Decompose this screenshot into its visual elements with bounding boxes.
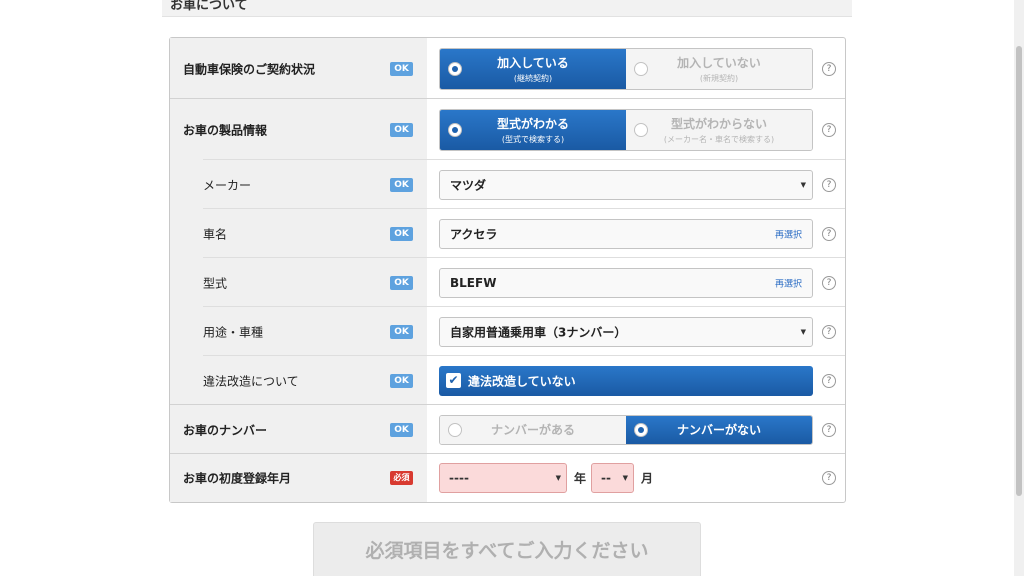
- ok-badge: OK: [390, 422, 413, 437]
- vehicle-form: 自動車保険のご契約状況 OK 加入している (継続契約) 加入していない (新規…: [169, 37, 846, 503]
- ok-badge: OK: [390, 226, 413, 241]
- radio-icon: [448, 422, 462, 437]
- reselect-link[interactable]: 再選択: [775, 276, 802, 289]
- no-modification-checkbox[interactable]: ✔ 違法改造していない: [439, 365, 813, 396]
- row-product-info: お車の製品情報 OK 型式がわかる (型式で検索する) 型式がわからない (メー…: [170, 99, 845, 160]
- radio-icon: [448, 122, 462, 137]
- car-name-field[interactable]: アクセラ 再選択: [439, 218, 813, 249]
- help-icon[interactable]: ?: [822, 226, 836, 241]
- ok-badge: OK: [390, 324, 413, 339]
- car-name-label: 車名: [203, 227, 228, 241]
- help-icon[interactable]: ?: [822, 471, 836, 485]
- dropdown-arrow-icon: ▼: [555, 474, 561, 482]
- help-icon[interactable]: ?: [822, 373, 836, 388]
- scrollbar-thumb[interactable]: [1016, 46, 1022, 496]
- registration-month-select[interactable]: -- ▼: [591, 463, 634, 493]
- row-modification: 違法改造について OK ✔ 違法改造していない ?: [170, 356, 845, 405]
- model-label: 型式: [203, 276, 228, 290]
- dropdown-arrow-icon: ▼: [800, 327, 806, 336]
- help-icon[interactable]: ?: [822, 122, 836, 137]
- insurance-toggle: 加入している (継続契約) 加入していない (新規契約): [439, 47, 813, 90]
- month-unit: 月: [641, 471, 654, 486]
- row-registration: お車の初度登録年月 必須 ---- ▼ 年 -- ▼ 月 ?: [170, 454, 845, 502]
- product-info-label: お車の製品情報: [183, 123, 268, 137]
- row-maker: メーカー OK マツダ ▼ ?: [170, 160, 845, 209]
- usage-label: 用途・車種: [203, 325, 264, 339]
- model-field[interactable]: BLEFW 再選択: [439, 267, 813, 298]
- help-icon[interactable]: ?: [822, 422, 836, 437]
- maker-select[interactable]: マツダ ▼: [439, 169, 813, 200]
- row-plate: お車のナンバー OK ナンバーがある ナンバーがない ?: [170, 405, 845, 454]
- ok-badge: OK: [390, 275, 413, 290]
- insurance-label: 自動車保険のご契約状況: [183, 62, 316, 76]
- radio-icon: [634, 422, 648, 437]
- reselect-link[interactable]: 再選択: [775, 227, 802, 240]
- year-unit: 年: [574, 471, 587, 486]
- section-header: お車について: [162, 0, 852, 17]
- radio-icon: [634, 122, 648, 137]
- submit-button[interactable]: 必須項目をすべてご入力ください: [313, 522, 701, 576]
- option-has-plate[interactable]: ナンバーがある: [440, 415, 626, 444]
- product-info-toggle: 型式がわかる (型式で検索する) 型式がわからない (メーカー名・車名で検索する…: [439, 108, 813, 151]
- ok-badge: OK: [390, 177, 413, 192]
- registration-label: お車の初度登録年月: [183, 471, 292, 486]
- plate-toggle: ナンバーがある ナンバーがない: [439, 414, 813, 445]
- plate-label: お車のナンバー: [183, 423, 268, 437]
- help-icon[interactable]: ?: [822, 177, 836, 192]
- option-no-plate[interactable]: ナンバーがない: [626, 415, 812, 444]
- help-icon[interactable]: ?: [822, 61, 836, 76]
- row-usage: 用途・車種 OK 自家用普通乗用車（3ナンバー） ▼ ?: [170, 307, 845, 356]
- checkmark-icon: ✔: [446, 372, 461, 388]
- help-icon[interactable]: ?: [822, 275, 836, 290]
- dropdown-arrow-icon: ▼: [800, 180, 806, 189]
- help-icon[interactable]: ?: [822, 324, 836, 339]
- row-insurance: 自動車保険のご契約状況 OK 加入している (継続契約) 加入していない (新規…: [170, 38, 845, 99]
- radio-icon: [634, 61, 648, 76]
- option-not-insured[interactable]: 加入していない (新規契約): [626, 48, 812, 89]
- dropdown-arrow-icon: ▼: [622, 474, 628, 482]
- section-title: お車について: [170, 0, 248, 13]
- option-unknown-model[interactable]: 型式がわからない (メーカー名・車名で検索する): [626, 109, 812, 150]
- ok-badge: OK: [390, 122, 413, 137]
- radio-icon: [448, 61, 462, 76]
- usage-select[interactable]: 自家用普通乗用車（3ナンバー） ▼: [439, 316, 813, 347]
- required-badge: 必須: [390, 471, 413, 485]
- row-model: 型式 OK BLEFW 再選択 ?: [170, 258, 845, 307]
- option-insured[interactable]: 加入している (継続契約): [440, 48, 626, 89]
- registration-year-select[interactable]: ---- ▼: [439, 463, 567, 493]
- ok-badge: OK: [390, 61, 413, 76]
- maker-label: メーカー: [203, 178, 252, 192]
- modification-label: 違法改造について: [203, 374, 299, 388]
- row-car-name: 車名 OK アクセラ 再選択 ?: [170, 209, 845, 258]
- ok-badge: OK: [390, 373, 413, 388]
- scrollbar[interactable]: [1014, 0, 1024, 576]
- option-know-model[interactable]: 型式がわかる (型式で検索する): [440, 109, 626, 150]
